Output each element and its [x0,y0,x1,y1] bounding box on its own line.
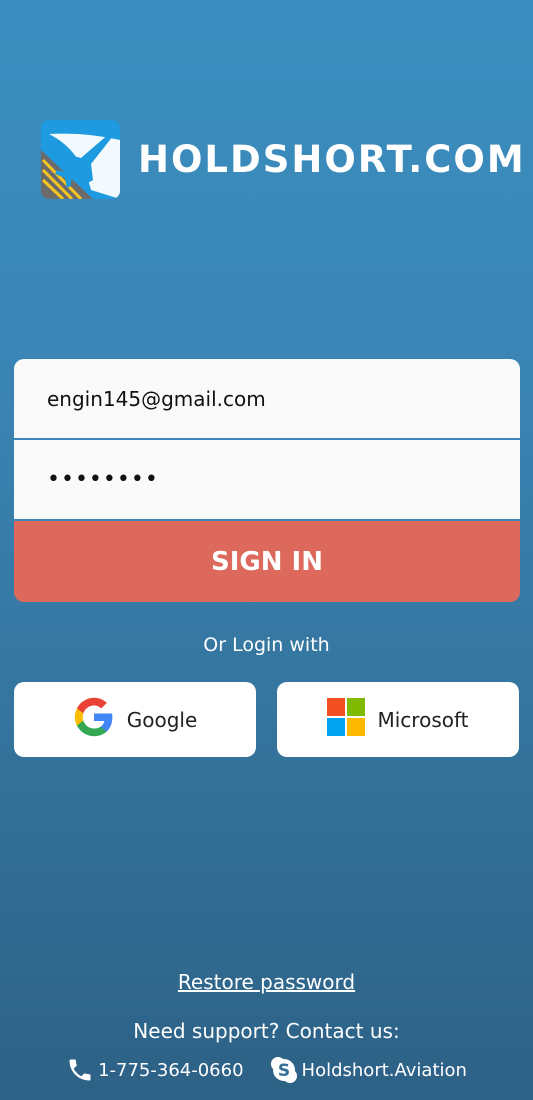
restore-password-link[interactable]: Restore password [178,970,355,994]
svg-text:S: S [277,1061,289,1081]
brand-header: HOLDSHORT.COM [41,120,526,199]
airplane-logo-icon [41,120,120,199]
skype-contact[interactable]: S Holdshort.Aviation [270,1056,467,1084]
brand-title: HOLDSHORT.COM [138,138,526,181]
microsoft-label: Microsoft [377,707,469,732]
skype-icon: S [270,1057,297,1083]
password-field[interactable]: •••••••• [14,440,520,521]
support-label: Need support? Contact us: [133,1019,400,1043]
contact-row: 1-775-364-0660 S Holdshort.Aviation [0,1056,533,1084]
skype-handle: Holdshort.Aviation [301,1059,467,1081]
restore-password-row: Restore password [0,970,533,994]
phone-icon [69,1059,91,1081]
phone-number: 1-775-364-0660 [98,1059,244,1081]
google-login-button[interactable]: Google [14,682,256,757]
phone-contact[interactable]: 1-775-364-0660 [66,1056,244,1084]
sign-in-button[interactable]: SIGN IN [14,521,520,602]
email-field[interactable]: engin145@gmail.com [14,359,520,440]
or-login-label: Or Login with [203,634,330,656]
login-form: engin145@gmail.com •••••••• SIGN IN [14,359,520,602]
microsoft-icon [327,698,366,741]
google-icon [73,696,115,743]
microsoft-login-button[interactable]: Microsoft [277,682,519,757]
google-label: Google [126,707,198,732]
